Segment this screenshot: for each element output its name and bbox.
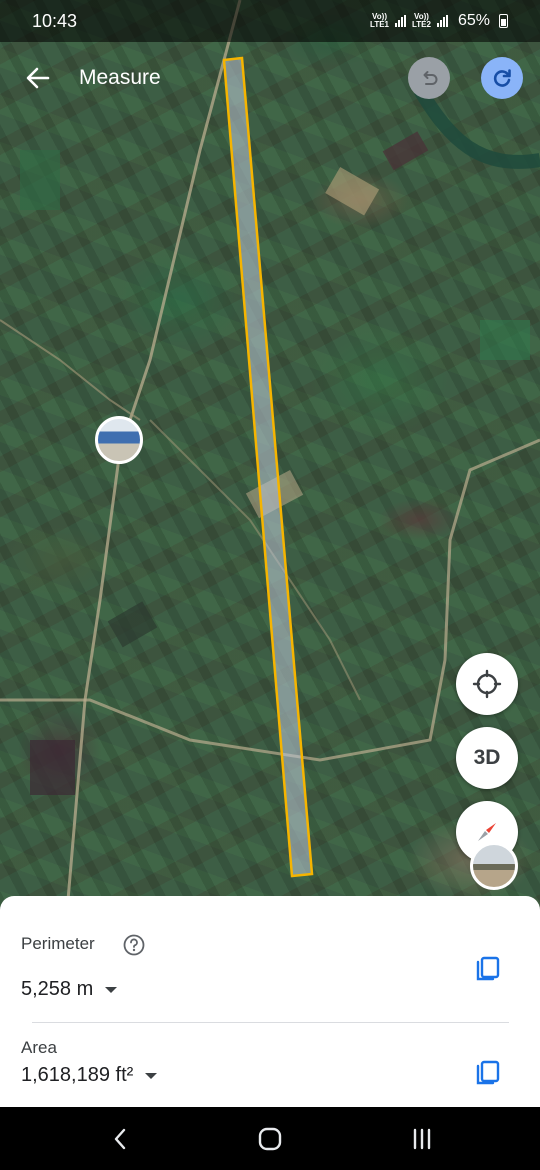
copy-area-button[interactable] bbox=[473, 1056, 503, 1086]
map-features bbox=[0, 0, 540, 901]
nav-back-button[interactable] bbox=[104, 1125, 136, 1153]
help-button[interactable] bbox=[123, 934, 145, 956]
nav-recents-button[interactable] bbox=[406, 1125, 438, 1153]
status-indicators: Vo)) LTE1 Vo)) LTE2 65% bbox=[370, 12, 508, 30]
street-view-thumbnail[interactable] bbox=[470, 842, 518, 890]
redo-button[interactable] bbox=[481, 57, 523, 99]
undo-button[interactable] bbox=[408, 57, 450, 99]
system-nav-bar bbox=[0, 1107, 540, 1170]
field-plot bbox=[382, 131, 429, 171]
help-icon bbox=[123, 934, 145, 956]
field-plot bbox=[325, 167, 380, 216]
track bbox=[149, 419, 361, 701]
perimeter-unit-selector[interactable]: 5,258 m bbox=[21, 978, 118, 1001]
nav-back-icon bbox=[114, 1128, 126, 1150]
field-plot bbox=[30, 740, 75, 795]
sim1-indicator: Vo)) LTE1 bbox=[370, 13, 389, 29]
my-location-button[interactable] bbox=[456, 653, 518, 715]
area-label: Area bbox=[21, 1038, 57, 1057]
field-plot bbox=[20, 150, 60, 210]
my-location-icon bbox=[472, 669, 502, 699]
back-button[interactable] bbox=[20, 60, 56, 96]
battery-percent: 65% bbox=[457, 12, 490, 29]
sim2-indicator: Vo)) LTE2 bbox=[412, 13, 431, 29]
area-value: 1,618,189 ft² bbox=[21, 1064, 134, 1086]
field-plot bbox=[480, 320, 530, 360]
river bbox=[413, 86, 540, 169]
perimeter-value: 5,258 m bbox=[21, 978, 94, 1000]
signal-icon bbox=[436, 15, 448, 27]
divider bbox=[32, 1022, 509, 1023]
status-bar: 10:43 Vo)) LTE1 Vo)) LTE2 65% bbox=[0, 0, 540, 42]
page-title: Measure bbox=[79, 66, 161, 89]
field-plot bbox=[107, 601, 158, 648]
nav-recents-icon bbox=[413, 1128, 431, 1150]
battery-icon bbox=[499, 14, 508, 28]
photo-marker[interactable] bbox=[95, 416, 143, 464]
dropdown-arrow-icon bbox=[105, 986, 118, 993]
copy-perimeter-button[interactable] bbox=[473, 952, 503, 982]
view-3d-button[interactable]: 3D bbox=[456, 727, 518, 789]
nav-home-button[interactable] bbox=[254, 1125, 286, 1153]
track bbox=[0, 319, 141, 421]
area-unit-selector[interactable]: 1,618,189 ft² bbox=[21, 1064, 158, 1087]
satellite-map[interactable] bbox=[0, 0, 540, 910]
status-time: 10:43 bbox=[32, 10, 78, 31]
sim1-network-label: LTE1 bbox=[370, 20, 389, 29]
sim2-network-label: LTE2 bbox=[412, 20, 431, 29]
perimeter-label: Perimeter bbox=[21, 934, 95, 953]
dropdown-arrow-icon bbox=[145, 1072, 158, 1079]
nav-home-icon bbox=[258, 1127, 282, 1151]
signal-icon bbox=[395, 15, 406, 27]
redo-icon bbox=[493, 69, 511, 87]
arrow-left-icon bbox=[26, 67, 50, 89]
copy-icon bbox=[476, 1060, 500, 1085]
road-north-south bbox=[66, 0, 242, 901]
undo-icon bbox=[423, 71, 438, 85]
copy-icon bbox=[476, 956, 500, 981]
